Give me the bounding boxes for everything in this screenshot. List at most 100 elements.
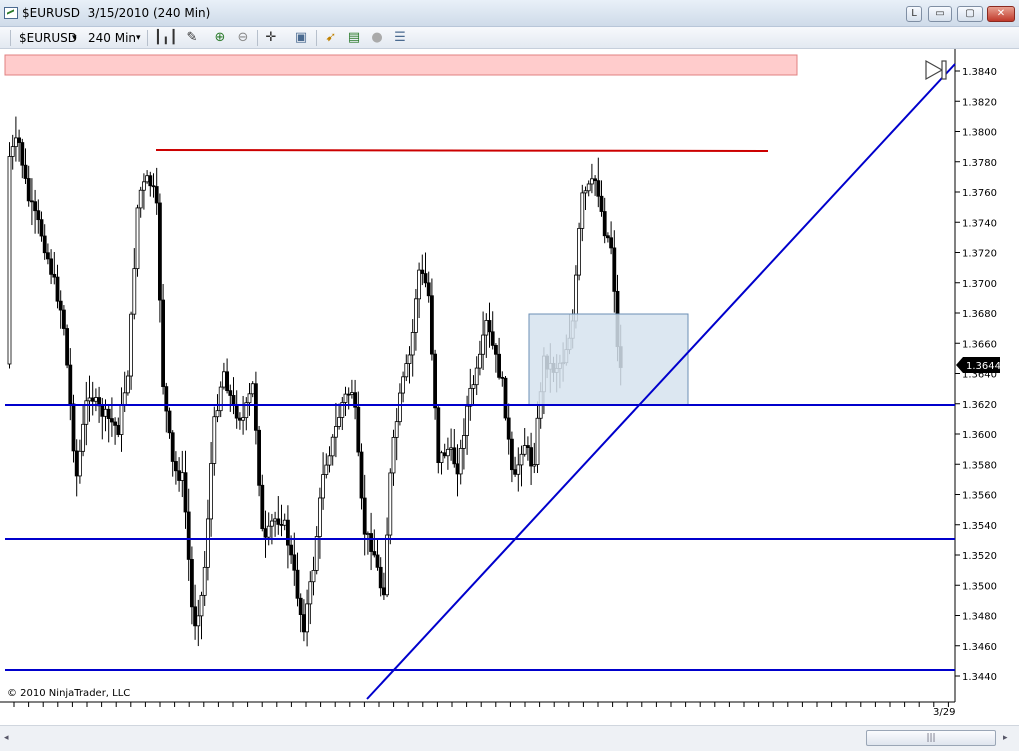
strategies-icon[interactable]: ➹ — [323, 30, 339, 46]
candle-up — [590, 178, 594, 185]
candle-down — [71, 403, 76, 452]
candle-down — [526, 445, 530, 449]
candle-up — [78, 450, 82, 477]
candle-up — [401, 376, 406, 394]
resistance-line[interactable] — [155, 149, 769, 152]
candle-up — [458, 448, 463, 475]
price-axis: 1.3840 1.3820 1.3800 1.3780 1.3760 1.3740 1.37… — [955, 67, 997, 683]
candle-up — [317, 497, 322, 537]
candle-up — [218, 386, 223, 412]
candle-down — [151, 185, 156, 188]
price-chart[interactable]: 1.3840 1.3820 1.3800 1.3780 1.3760 1.3740 1.37… — [0, 49, 1019, 725]
interval-dropdown-icon[interactable]: ▾ — [136, 30, 141, 46]
price-tick-label: 1.3840 — [962, 67, 997, 78]
candle-up — [481, 334, 486, 355]
candle-down — [257, 429, 262, 486]
candle-down — [500, 376, 505, 379]
zoom-out-icon[interactable]: ⊖ — [235, 30, 251, 46]
price-tick-label: 1.3660 — [962, 339, 997, 350]
candle-down — [426, 282, 431, 297]
candle-up — [516, 464, 521, 475]
candle-down — [106, 408, 111, 419]
candle-down — [493, 345, 498, 355]
candle-down — [279, 524, 284, 526]
price-tick-label: 1.3440 — [962, 672, 997, 683]
candle-up — [132, 268, 137, 315]
scrollbar-thumb[interactable]: ||| — [866, 730, 996, 746]
indicators-icon[interactable]: ▤ — [346, 30, 362, 46]
candle-down — [39, 219, 44, 237]
instrument-selector[interactable]: $EURUSD — [19, 30, 77, 46]
price-tick-label: 1.3540 — [962, 521, 997, 532]
candle-up — [250, 383, 255, 395]
candle-up — [241, 417, 246, 421]
drawing-pencil-icon[interactable]: ✎ — [184, 30, 200, 46]
candle-down — [375, 554, 380, 568]
candle-up — [324, 464, 329, 475]
candle-up — [321, 474, 326, 499]
candle-down — [452, 447, 457, 465]
candle-up — [349, 392, 354, 395]
candle-down — [285, 519, 290, 546]
candle-up — [461, 435, 466, 449]
properties-icon[interactable]: ● — [369, 30, 385, 46]
price-tick-label: 1.3580 — [962, 460, 997, 471]
candle-down — [442, 452, 447, 457]
candle-up — [87, 397, 92, 402]
trend-line[interactable] — [366, 63, 956, 700]
link-button[interactable]: L — [906, 6, 922, 22]
horizontal-scrollbar[interactable]: ◂ ||| ▸ — [0, 725, 1019, 751]
minimize-button[interactable]: ▭ — [928, 6, 952, 22]
candle-up — [439, 452, 444, 463]
bar-type-icon[interactable]: ┃╻┃ — [154, 30, 177, 46]
date-axis-label: 3/29 — [933, 707, 955, 718]
maximize-button[interactable]: ▢ — [957, 6, 983, 22]
instrument-dropdown-icon[interactable]: ▾ — [72, 30, 77, 46]
candle-up — [385, 534, 390, 596]
candle-up — [199, 594, 204, 617]
list-icon[interactable]: ☰ — [392, 30, 408, 46]
price-tick-label: 1.3720 — [962, 249, 997, 260]
candle-up — [445, 448, 450, 457]
data-box-icon[interactable]: ▣ — [293, 30, 309, 46]
scroll-left-icon[interactable]: ◂ — [4, 733, 9, 743]
resistance-zone-band[interactable] — [4, 54, 798, 76]
crosshair-icon[interactable]: ✛ — [263, 30, 279, 46]
jump-to-end-icon[interactable] — [925, 59, 947, 81]
candle-up — [7, 156, 12, 365]
candle-down — [225, 371, 230, 392]
candle-up — [413, 298, 418, 333]
candle-up — [583, 190, 588, 194]
candle-down — [23, 164, 28, 179]
window-title: $EURUSD 3/15/2010 (240 Min) — [22, 6, 211, 20]
close-button[interactable]: ✕ — [987, 6, 1015, 22]
candle-down — [298, 597, 303, 615]
candle-up — [337, 416, 342, 427]
interval-selector[interactable]: 240 Min — [88, 30, 136, 46]
candle-up — [205, 518, 210, 568]
candle-up — [215, 410, 220, 418]
candle-up — [522, 445, 527, 455]
candle-down — [423, 273, 428, 284]
candle-down — [292, 554, 297, 571]
scroll-right-icon[interactable]: ▸ — [1003, 733, 1008, 743]
candle-down — [186, 511, 191, 560]
candle-up — [365, 533, 370, 535]
candle-up — [135, 207, 140, 270]
candle-down — [359, 451, 364, 499]
candle-down — [606, 235, 610, 239]
zoom-in-icon[interactable]: ⊕ — [212, 30, 228, 46]
last-price-marker: 1.3644 — [956, 357, 1001, 373]
chart-panel[interactable]: 1.3840 1.3820 1.3800 1.3780 1.3760 1.3740 1.37… — [0, 49, 1019, 725]
candle-up — [535, 417, 540, 465]
support-zone-rectangle[interactable] — [528, 313, 689, 406]
candle-down — [26, 178, 31, 202]
candle-down — [237, 417, 242, 421]
candle-up — [388, 472, 393, 536]
title-bar[interactable]: $EURUSD 3/15/2010 (240 Min) L ▭ ▢ ✕ — [0, 0, 1019, 27]
price-tick-label: 1.3740 — [962, 218, 997, 229]
candle-down — [161, 299, 166, 388]
candle-down — [148, 175, 153, 187]
candle-down — [260, 484, 265, 530]
price-tick-label: 1.3760 — [962, 188, 997, 199]
